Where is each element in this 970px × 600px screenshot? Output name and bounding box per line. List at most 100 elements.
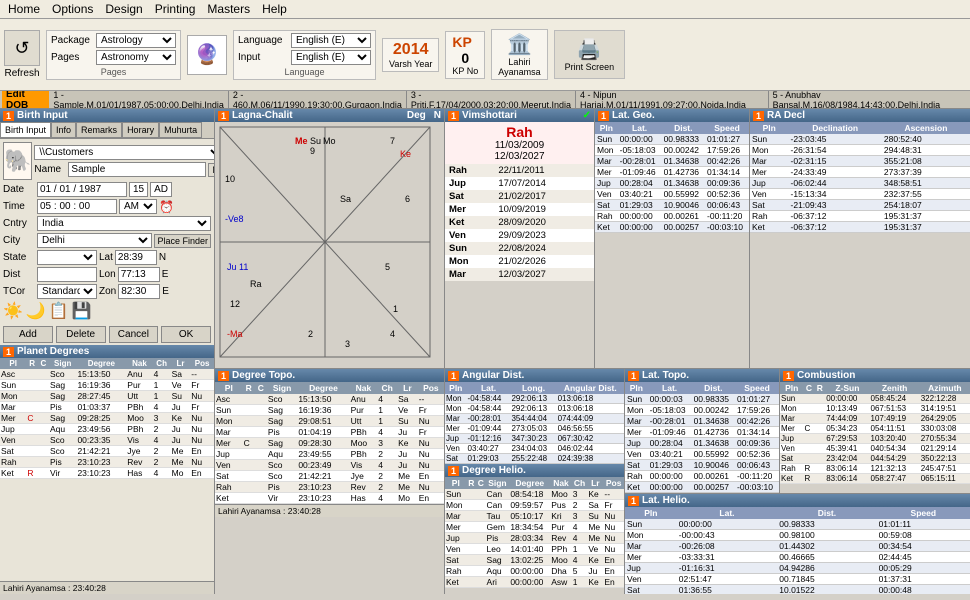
- planet-section-num: 1: [3, 347, 14, 357]
- svg-text:5: 5: [385, 262, 390, 272]
- combustion-header: 1 Combustion: [780, 369, 970, 382]
- vim-title: Vimshottari: [462, 110, 517, 121]
- print-button[interactable]: 🖨️ Print Screen: [554, 30, 626, 79]
- tab-horary[interactable]: Horary: [122, 122, 159, 138]
- ra-h0: Pln: [750, 122, 789, 134]
- moon-icon: 🌙: [26, 301, 46, 321]
- svg-text:Ke: Ke: [400, 149, 411, 159]
- menu-masters[interactable]: Masters: [207, 2, 250, 16]
- lat-topo-row: Mon-05:18:0300.0024217:59:26: [625, 405, 779, 416]
- state-select[interactable]: [37, 250, 97, 265]
- avatar-box: 🐘: [3, 142, 32, 180]
- lon-input[interactable]: [118, 267, 160, 282]
- svg-text:1: 1: [393, 304, 398, 314]
- input-label: Input: [238, 52, 288, 63]
- name-label: Name: [34, 164, 66, 175]
- ra-decl-table: Pln Declination Ascension Sun-23:03:4528…: [750, 122, 970, 233]
- lagna-deg: Deg: [407, 110, 426, 121]
- lat-geo-header: 1 Lat. Geo.: [595, 109, 749, 122]
- lon-dir: E: [162, 269, 169, 280]
- lat-helio-row: Mer-03:33:3100.4666502:44:45: [625, 552, 970, 563]
- city-select[interactable]: Delhi: [37, 233, 152, 248]
- dist-label: Dist: [3, 269, 35, 280]
- place-finder-button[interactable]: Place Finder: [154, 234, 211, 248]
- lat-topo-row: Sun00:00:0300.9833501:01:27: [625, 394, 779, 405]
- date-input[interactable]: [37, 182, 127, 197]
- svg-text:-Ve8: -Ve8: [225, 214, 244, 224]
- svg-text:2: 2: [308, 329, 313, 339]
- tab-remarks[interactable]: Remarks: [76, 122, 122, 138]
- year-value: 2014: [389, 41, 432, 59]
- lat-label: Lat: [99, 252, 113, 263]
- delete-button[interactable]: Delete: [56, 326, 106, 343]
- svg-text:10: 10: [225, 174, 235, 184]
- package-select[interactable]: Astrology: [96, 33, 176, 48]
- combustion-row: Jup67:29:53103:20:40270:55:34: [780, 434, 970, 444]
- lat-topo-row: Ven03:40:2100.5599200:52:36: [625, 449, 779, 460]
- language-group-label: Language: [238, 67, 371, 77]
- menu-help[interactable]: Help: [262, 2, 287, 16]
- refresh-label[interactable]: Refresh: [4, 68, 39, 79]
- tab-birth-input[interactable]: Birth Input: [0, 122, 51, 138]
- lat-input[interactable]: [115, 250, 157, 265]
- print-icon: 🖨️: [565, 37, 615, 62]
- dist-input[interactable]: [37, 267, 97, 282]
- tab-muhurta[interactable]: Muhurta: [159, 122, 202, 138]
- menu-printing[interactable]: Printing: [155, 2, 196, 16]
- menu-home[interactable]: Home: [8, 2, 40, 16]
- ra-decl-row: Ket-06:37:12195:31:37: [750, 222, 970, 233]
- ok-button[interactable]: OK: [161, 326, 211, 343]
- cancel-button[interactable]: Cancel: [109, 326, 159, 343]
- vim-row: Mar12/03/2027: [445, 268, 594, 281]
- planet-row: MerCSag09:28:25Moo3KeNu: [0, 413, 214, 424]
- add-button[interactable]: Add: [3, 326, 53, 343]
- kp-value: 0: [452, 50, 478, 66]
- svg-text:6: 6: [405, 194, 410, 204]
- name-m-button[interactable]: M: [208, 163, 215, 177]
- lon-label: Lon: [99, 269, 116, 280]
- lat-helio-row: Mon-00:00:4300.9810000:59:08: [625, 530, 970, 541]
- deg-helio-row: VenLeo14:01:40PPh1VeNu: [445, 544, 624, 555]
- time-input[interactable]: [37, 199, 117, 214]
- refresh-icon[interactable]: ↺: [4, 30, 40, 66]
- clock-icon: ⏰: [159, 200, 174, 214]
- angular-title: Angular Dist.: [462, 370, 524, 381]
- planet-col-sign: Sign: [49, 358, 76, 369]
- lat-geo-h3: Speed: [705, 122, 749, 134]
- lat-topo-row: Jup00:28:0401.3463800:09:36: [625, 438, 779, 449]
- tab-info[interactable]: Info: [51, 122, 76, 138]
- planet-col-r: R: [26, 358, 38, 369]
- tcor-select[interactable]: Standard: [37, 284, 97, 299]
- planet-col-pl: Pl: [0, 358, 26, 369]
- vim-date1: 11/03/2009: [447, 140, 592, 151]
- angular-row: Ven03:40:27234:04:03046:02:44: [445, 444, 624, 454]
- lat-geo-row: Ven03:40:2100.5599200:52:36: [595, 189, 749, 200]
- deg-helio-row: SunCan08:54:18Moo3Ke--: [445, 489, 624, 500]
- ampm-select[interactable]: AM: [119, 199, 157, 214]
- combustion-row: Sat23:42:04044:54:29350:22:13: [780, 454, 970, 464]
- lat-geo-row: Ket00:00:0000.00257-00:03:10: [595, 222, 749, 233]
- deg-topo-row: MonSag29:08:51Utt1SuNu: [215, 416, 444, 427]
- svg-text:9: 9: [310, 146, 315, 156]
- dob-entry-3: 3 - Priti,F,17/04/2000,03:20:00,Meerut,I…: [411, 91, 576, 109]
- planet-row: KetRVir23:10:23Has4MoEn: [0, 468, 214, 479]
- name-input[interactable]: [68, 162, 206, 177]
- ra-decl-title: RA Decl: [767, 110, 805, 121]
- language-select[interactable]: English (E): [291, 33, 371, 48]
- pages-select[interactable]: Astronomy: [96, 50, 176, 65]
- name-select[interactable]: \\Customers: [34, 145, 215, 160]
- angular-row: Sat01:29:03255:22:48024:39:38: [445, 454, 624, 464]
- input-select[interactable]: English (E): [291, 50, 371, 65]
- lat-helio-title: Lat. Helio.: [642, 495, 690, 506]
- angular-num: 1: [448, 371, 459, 381]
- deg-helio-row: RahAqu00:00:00Dha5JuEn: [445, 566, 624, 577]
- menu-options[interactable]: Options: [52, 2, 93, 16]
- edit-dob-button[interactable]: Edit DOB: [2, 91, 49, 109]
- ra-decl-row: Mon-26:31:54294:48:31: [750, 145, 970, 156]
- deg-helio-num: 1: [448, 466, 459, 476]
- menu-design[interactable]: Design: [105, 2, 142, 16]
- svg-text:Su: Su: [310, 136, 321, 146]
- cntry-select[interactable]: India: [37, 216, 211, 231]
- ra-decl-row: Mar-02:31:15355:21:08: [750, 156, 970, 167]
- zon-input[interactable]: [118, 284, 160, 299]
